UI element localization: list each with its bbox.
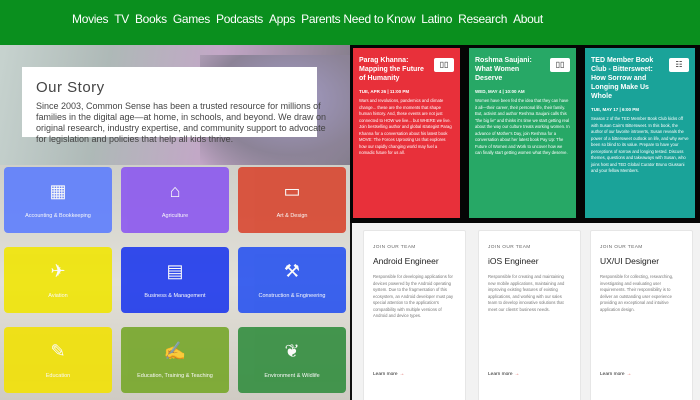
airplane-icon: ✈ xyxy=(50,261,66,281)
nav-link-books[interactable]: Books xyxy=(135,12,167,26)
nav-link-about[interactable]: About xyxy=(513,12,543,26)
people-icon: ☷ xyxy=(669,58,689,72)
category-grid: ▦ Accounting & Bookkeeping ⌂ Agriculture… xyxy=(0,165,350,400)
top-nav: Movies TV Books Games Podcasts Apps Pare… xyxy=(0,0,700,45)
tile-education-training[interactable]: ✍ Education, Training & Teaching xyxy=(121,327,229,393)
events-section: ▯▯ Parag Khanna: Mapping the Future of H… xyxy=(350,45,700,223)
section-divider xyxy=(350,223,352,400)
event-body: Women have been fed the idea that they c… xyxy=(475,98,570,155)
tile-label: Construction & Engineering xyxy=(258,293,326,299)
tile-environment[interactable]: ❦ Environment & Wildlife xyxy=(238,327,346,393)
event-date: WED, MAY 4 | 10:00 AM xyxy=(475,89,525,94)
calculator-icon: ▦ xyxy=(49,181,67,201)
briefcase-icon: ▤ xyxy=(166,261,184,281)
job-description: Responsible for creating and maintaining… xyxy=(488,274,565,312)
job-title: UX/UI Designer xyxy=(600,256,660,266)
event-date: TUE, MAY 17 | 6:00 PM xyxy=(591,107,640,112)
learn-more-link[interactable]: Learn more → xyxy=(373,372,404,377)
event-date: TUE, APR 26 | 11:00 PM xyxy=(359,89,410,94)
job-kicker: JOIN OUR TEAM xyxy=(373,245,416,250)
arrow-right-icon: → xyxy=(514,372,520,377)
chat-icon: ▯▯ xyxy=(550,58,570,72)
event-title: Roshma Saujani: What Women Deserve xyxy=(475,57,532,82)
barn-icon: ⌂ xyxy=(169,181,181,201)
event-card-roshma-saujani[interactable]: ▯▯ Roshma Saujani: What Women Deserve WE… xyxy=(469,48,576,218)
job-description: Responsible for developing applications … xyxy=(373,274,454,318)
job-description: Responsible for collecting, researching,… xyxy=(600,274,674,312)
arrow-right-icon: → xyxy=(626,372,632,377)
event-body: Season 2 of the TED Member Book Club kic… xyxy=(591,116,689,173)
tile-label: Art & Design xyxy=(276,213,308,219)
jobs-section: JOIN OUR TEAM Android Engineer Responsib… xyxy=(350,223,700,400)
nav-link-latino[interactable]: Latino xyxy=(421,12,452,26)
nav-link-apps[interactable]: Apps xyxy=(269,12,295,26)
arrow-right-icon: → xyxy=(399,372,405,377)
job-kicker: JOIN OUR TEAM xyxy=(488,245,531,250)
tile-label: Education xyxy=(45,373,71,379)
learn-more-link[interactable]: Learn more → xyxy=(488,372,519,377)
event-card-ted-book-club[interactable]: ☷ TED Member Book Club - Bittersweet: Ho… xyxy=(585,48,695,218)
event-title: TED Member Book Club - Bittersweet: How … xyxy=(591,57,654,100)
tile-construction[interactable]: ⚒ Construction & Engineering xyxy=(238,247,346,313)
learn-more-label: Learn more xyxy=(488,372,513,377)
tile-label: Education, Training & Teaching xyxy=(137,373,213,379)
job-title: Android Engineer xyxy=(373,256,439,266)
job-card-ios: JOIN OUR TEAM iOS Engineer Responsible f… xyxy=(478,230,581,400)
tile-label: Accounting & Bookkeeping xyxy=(25,213,91,219)
tile-agriculture[interactable]: ⌂ Agriculture xyxy=(121,167,229,233)
job-card-ux-ui: JOIN OUR TEAM UX/UI Designer Responsible… xyxy=(590,230,693,400)
event-title: Parag Khanna: Mapping the Future of Huma… xyxy=(359,57,424,82)
nav-link-games[interactable]: Games xyxy=(173,12,210,26)
event-body: Wars and revolutions, pandemics and clim… xyxy=(359,98,452,155)
nav-links: Movies TV Books Games Podcasts Apps Pare… xyxy=(72,12,543,26)
story-title: Our Story xyxy=(36,79,105,96)
tile-label: Business & Management xyxy=(144,293,206,299)
tile-accounting[interactable]: ▦ Accounting & Bookkeeping xyxy=(4,167,112,233)
job-kicker: JOIN OUR TEAM xyxy=(600,245,643,250)
tile-art-design[interactable]: ▭ Art & Design xyxy=(238,167,346,233)
tile-label: Aviation xyxy=(48,293,68,299)
event-card-parag-khanna[interactable]: ▯▯ Parag Khanna: Mapping the Future of H… xyxy=(353,48,460,218)
nav-link-tv[interactable]: TV xyxy=(114,12,129,26)
monitor-brush-icon: ▭ xyxy=(283,181,301,201)
tile-business[interactable]: ▤ Business & Management xyxy=(121,247,229,313)
nav-link-parents-need-to-know[interactable]: Parents Need to Know xyxy=(301,12,415,26)
leaf-icon: ❦ xyxy=(284,341,300,361)
graduate-icon: ✎ xyxy=(50,341,66,361)
teacher-icon: ✍ xyxy=(163,341,187,361)
nav-link-movies[interactable]: Movies xyxy=(72,12,109,26)
job-title: iOS Engineer xyxy=(488,256,539,266)
tile-aviation[interactable]: ✈ Aviation xyxy=(4,247,112,313)
nav-link-podcasts[interactable]: Podcasts xyxy=(216,12,263,26)
learn-more-label: Learn more xyxy=(373,372,398,377)
chat-icon: ▯▯ xyxy=(434,58,454,72)
job-card-android: JOIN OUR TEAM Android Engineer Responsib… xyxy=(363,230,466,400)
tile-education[interactable]: ✎ Education xyxy=(4,327,112,393)
learn-more-label: Learn more xyxy=(600,372,625,377)
crane-icon: ⚒ xyxy=(283,261,301,281)
nav-link-research[interactable]: Research xyxy=(458,12,507,26)
learn-more-link[interactable]: Learn more → xyxy=(600,372,631,377)
story-text: Since 2003, Common Sense has been a trus… xyxy=(36,101,326,144)
tile-label: Agriculture xyxy=(161,213,189,219)
tile-label: Environment & Wildlife xyxy=(264,373,320,379)
page: Movies TV Books Games Podcasts Apps Pare… xyxy=(0,0,700,400)
